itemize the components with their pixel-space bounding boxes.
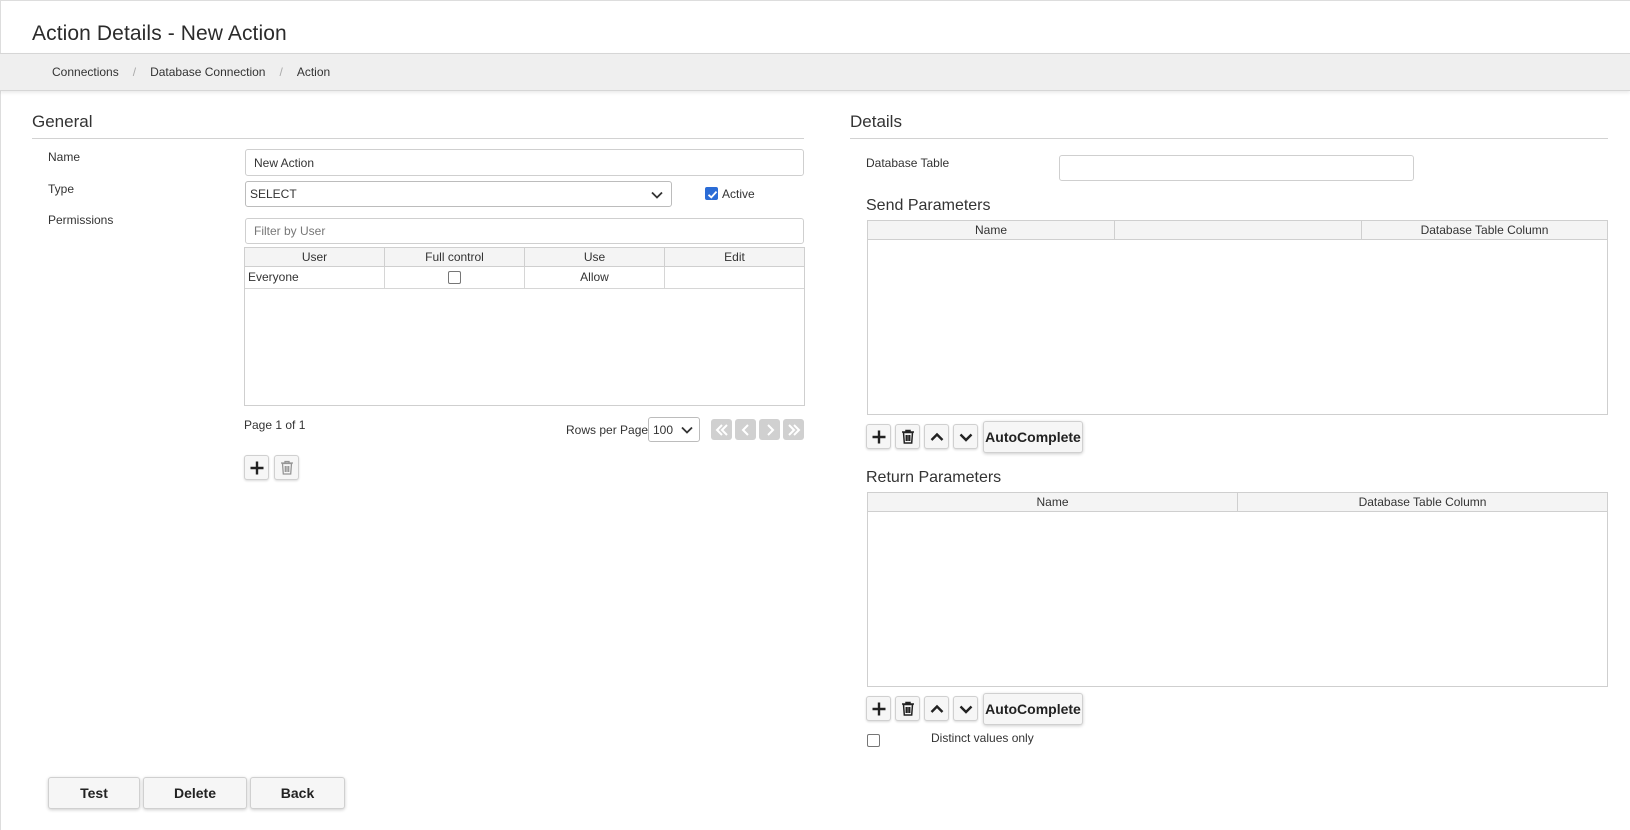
chevron-down-icon	[681, 426, 693, 434]
rows-per-page-select[interactable]: 100	[648, 417, 700, 442]
return-parameters-grid: Name Database Table Column	[867, 492, 1608, 687]
test-button[interactable]: Test	[48, 777, 140, 809]
send-parameters-grid-header: Name Database Table Column	[868, 221, 1607, 240]
column-header-blank[interactable]	[1115, 221, 1362, 239]
column-header-user[interactable]: User	[245, 248, 385, 266]
check-icon	[707, 190, 718, 199]
page-info: Page 1 of 1	[244, 418, 306, 432]
general-section-rule	[32, 138, 804, 139]
name-input[interactable]	[245, 149, 804, 176]
column-header-use[interactable]: Use	[525, 248, 665, 266]
distinct-values-checkbox[interactable]	[867, 734, 880, 747]
return-parameters-title: Return Parameters	[866, 469, 1002, 486]
type-select[interactable]: SELECT	[245, 181, 672, 207]
chevron-right-icon	[766, 423, 774, 436]
column-header-name[interactable]: Name	[868, 493, 1238, 511]
plus-icon	[872, 702, 885, 715]
send-parameters-title: Send Parameters	[866, 197, 991, 214]
general-section-title: General	[32, 112, 93, 131]
return-autocomplete-button[interactable]: AutoComplete	[983, 693, 1083, 725]
chevron-down-icon	[959, 705, 972, 714]
delete-permission-button[interactable]	[274, 455, 299, 480]
active-label: Active	[722, 187, 755, 201]
chevron-up-icon	[930, 704, 943, 713]
last-page-button[interactable]	[783, 419, 804, 440]
move-down-send-parameter-button[interactable]	[953, 424, 978, 449]
trash-icon	[901, 701, 914, 716]
previous-page-button[interactable]	[735, 419, 756, 440]
name-label: Name	[48, 150, 81, 164]
database-table-input[interactable]	[1059, 155, 1414, 181]
first-page-button[interactable]	[711, 419, 732, 440]
breadcrumb: Connections / Database Connection / Acti…	[0, 53, 1630, 91]
trash-icon	[280, 460, 293, 475]
breadcrumb-separator: /	[279, 65, 283, 79]
permissions-label: Permissions	[48, 213, 114, 227]
distinct-values-label: Distinct values only	[931, 731, 1034, 745]
type-label: Type	[48, 182, 75, 196]
delete-button[interactable]: Delete	[143, 777, 247, 809]
row-use-cell[interactable]: Allow	[525, 267, 665, 288]
row-edit-cell[interactable]	[665, 267, 804, 288]
active-checkbox[interactable]	[705, 187, 718, 200]
add-permission-button[interactable]	[244, 455, 269, 480]
rows-per-page-label: Rows per Page	[566, 423, 649, 437]
delete-send-parameter-button[interactable]	[895, 424, 920, 449]
filter-by-user-input[interactable]	[245, 218, 804, 244]
row-user-cell: Everyone	[245, 267, 385, 288]
column-header-edit[interactable]: Edit	[665, 248, 804, 266]
left-border	[0, 0, 1, 830]
database-table-label: Database Table	[866, 156, 950, 170]
breadcrumb-action: Action	[296, 65, 331, 79]
return-parameters-grid-header: Name Database Table Column	[868, 493, 1607, 512]
full-control-checkbox[interactable]	[448, 271, 461, 284]
column-header-database-table-column[interactable]: Database Table Column	[1238, 493, 1607, 511]
next-page-button[interactable]	[759, 419, 780, 440]
permissions-grid: User Full control Use Edit Everyone Allo…	[244, 247, 805, 406]
rows-per-page-value: 100	[653, 422, 674, 437]
send-parameters-grid: Name Database Table Column	[867, 220, 1608, 415]
trash-icon	[901, 429, 914, 444]
add-return-parameter-button[interactable]	[866, 696, 891, 721]
breadcrumb-database-connection[interactable]: Database Connection	[150, 65, 265, 79]
double-chevron-left-icon	[715, 423, 728, 436]
permissions-grid-header: User Full control Use Edit	[245, 248, 804, 267]
details-section-title: Details	[850, 112, 902, 131]
add-send-parameter-button[interactable]	[866, 424, 891, 449]
page-title: Action Details - New Action	[32, 22, 287, 45]
back-button[interactable]: Back	[250, 777, 345, 809]
row-full-control-cell	[385, 267, 525, 288]
column-header-full-control[interactable]: Full control	[385, 248, 525, 266]
table-row[interactable]: Everyone Allow	[245, 267, 804, 289]
breadcrumb-separator: /	[132, 65, 137, 79]
column-header-name[interactable]: Name	[868, 221, 1115, 239]
delete-return-parameter-button[interactable]	[895, 696, 920, 721]
column-header-database-table-column[interactable]: Database Table Column	[1362, 221, 1607, 239]
double-chevron-right-icon	[787, 423, 800, 436]
type-select-value: SELECT	[250, 187, 297, 201]
chevron-up-icon	[930, 432, 943, 441]
send-autocomplete-button[interactable]: AutoComplete	[983, 421, 1083, 453]
plus-icon	[250, 461, 263, 474]
top-border	[0, 0, 1630, 1]
plus-icon	[872, 430, 885, 443]
move-down-return-parameter-button[interactable]	[953, 696, 978, 721]
breadcrumb-connections[interactable]: Connections	[52, 65, 119, 79]
chevron-left-icon	[741, 423, 749, 436]
move-up-return-parameter-button[interactable]	[924, 696, 949, 721]
chevron-down-icon	[959, 433, 972, 442]
details-section-rule	[850, 138, 1608, 139]
chevron-down-icon	[651, 191, 663, 199]
move-up-send-parameter-button[interactable]	[924, 424, 949, 449]
